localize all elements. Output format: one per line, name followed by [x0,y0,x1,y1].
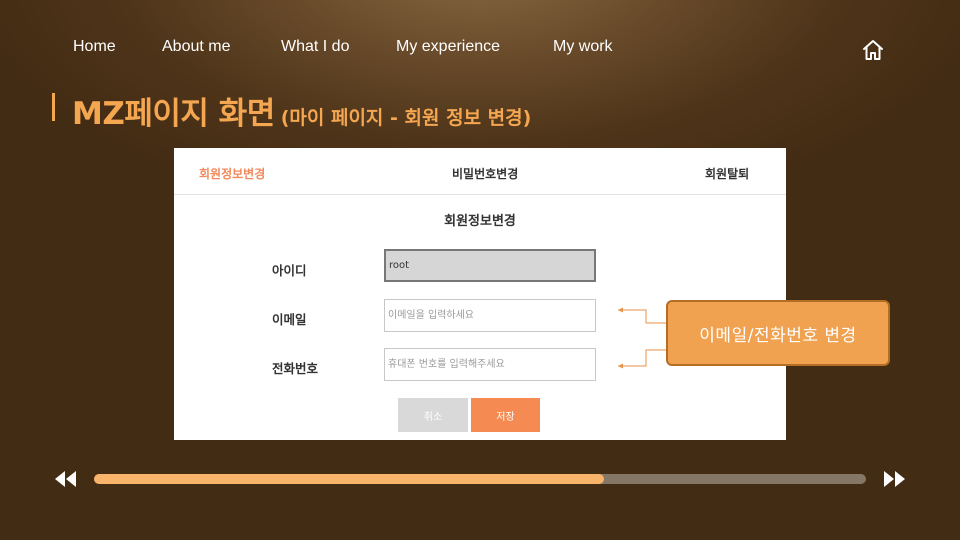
form-title: 회원정보변경 [444,214,516,229]
nav-my-work[interactable]: My work [553,38,613,56]
save-button[interactable]: 저장 [471,398,540,432]
tab-member-info[interactable]: 회원정보변경 [199,165,265,182]
progress-fill [94,474,604,484]
tab-password[interactable]: 비밀번호변경 [452,165,518,182]
phone-field[interactable] [384,348,596,381]
email-label: 이메일 [272,312,307,327]
fast-forward-icon[interactable] [882,470,906,488]
home-icon[interactable] [861,38,885,62]
page-title-sub: (마이 페이지 - 회원 정보 변경) [280,107,532,129]
rewind-icon[interactable] [54,470,78,488]
id-field[interactable] [384,249,596,282]
callout-box: 이메일/전화번호 변경 [666,300,890,366]
page-title-main: MZ페이지 화면 [72,96,275,132]
nav-my-experience[interactable]: My experience [396,38,500,56]
nav-what-i-do[interactable]: What I do [281,38,349,56]
title-accent-bar [52,93,55,121]
my-page-screen: 회원정보변경 비밀번호변경 회원탈퇴 회원정보변경 아이디 이메일 전화번호 취… [174,148,786,440]
tab-bar: 회원정보변경 비밀번호변경 회원탈퇴 [174,148,786,195]
progress-track[interactable] [94,474,866,484]
id-label: 아이디 [272,263,307,278]
cancel-button[interactable]: 취소 [398,398,468,432]
nav-about-me[interactable]: About me [162,38,230,56]
callout-text: 이메일/전화번호 변경 [699,325,857,346]
page-title: MZ페이지 화면 (마이 페이지 - 회원 정보 변경) [72,88,531,133]
email-field[interactable] [384,299,596,332]
tab-withdraw[interactable]: 회원탈퇴 [705,165,749,182]
top-nav: Home About me What I do My experience My… [0,38,960,62]
nav-home[interactable]: Home [73,38,116,56]
phone-label: 전화번호 [272,361,319,376]
